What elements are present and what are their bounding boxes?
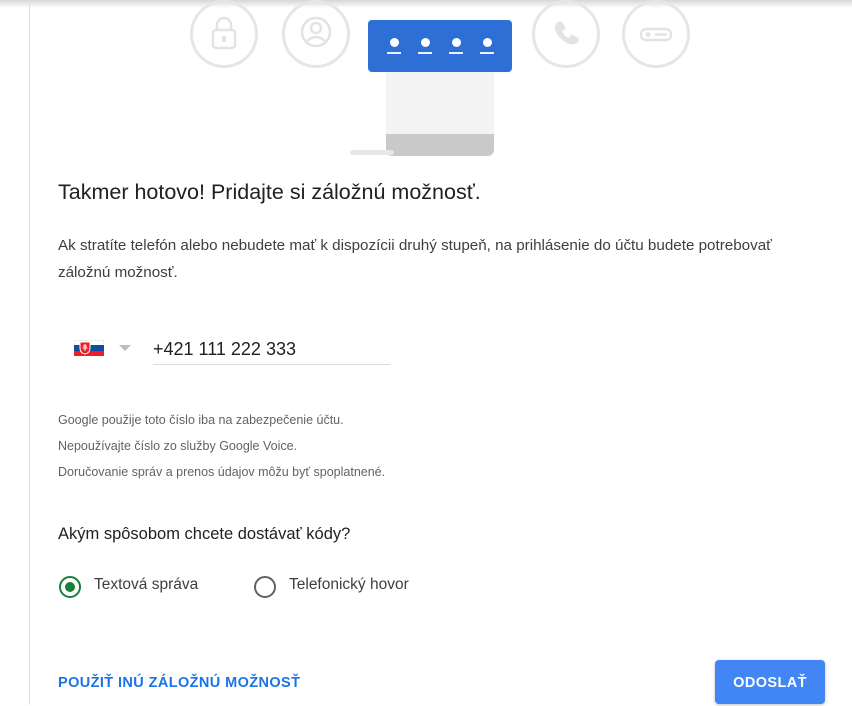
key-icon [622,0,690,68]
radio-phone-call-label[interactable]: Telefonický hovor [289,576,409,594]
phone-illustration [386,72,494,134]
send-button[interactable]: ODOSLAŤ [715,660,825,704]
country-dropdown-caret-icon[interactable] [119,345,131,351]
use-another-option-button[interactable]: POUŽIŤ INÚ ZÁLOŽNÚ MOŽNOSŤ [58,675,300,691]
delivery-method-question: Akým spôsobom chcete dostávať kódy? [58,525,351,543]
page-title: Takmer hotovo! Pridajte si záložnú možno… [58,180,481,204]
password-dots-card [368,20,512,72]
radio-phone-call[interactable] [254,576,276,598]
user-circle-icon [282,0,350,68]
page-description: Ak stratíte telefón alebo nebudete mať k… [58,237,772,281]
phone-illustration-bottom [386,134,494,156]
note-security: Google použije toto číslo iba na zabezpe… [58,413,344,427]
radio-text-message-label[interactable]: Textová správa [94,576,198,594]
lock-icon [190,0,258,68]
phone-icon [532,0,600,68]
note-charges: Doručovanie správ a prenos údajov môžu b… [58,465,386,479]
radio-text-message[interactable] [59,576,81,598]
phone-illustration-shadow [350,150,394,155]
note-google-voice: Nepoužívajte číslo zo služby Google Voic… [58,439,298,453]
slovakia-flag-icon[interactable] [74,340,104,356]
phone-number-input[interactable] [153,334,390,365]
hero-illustration [0,0,852,165]
